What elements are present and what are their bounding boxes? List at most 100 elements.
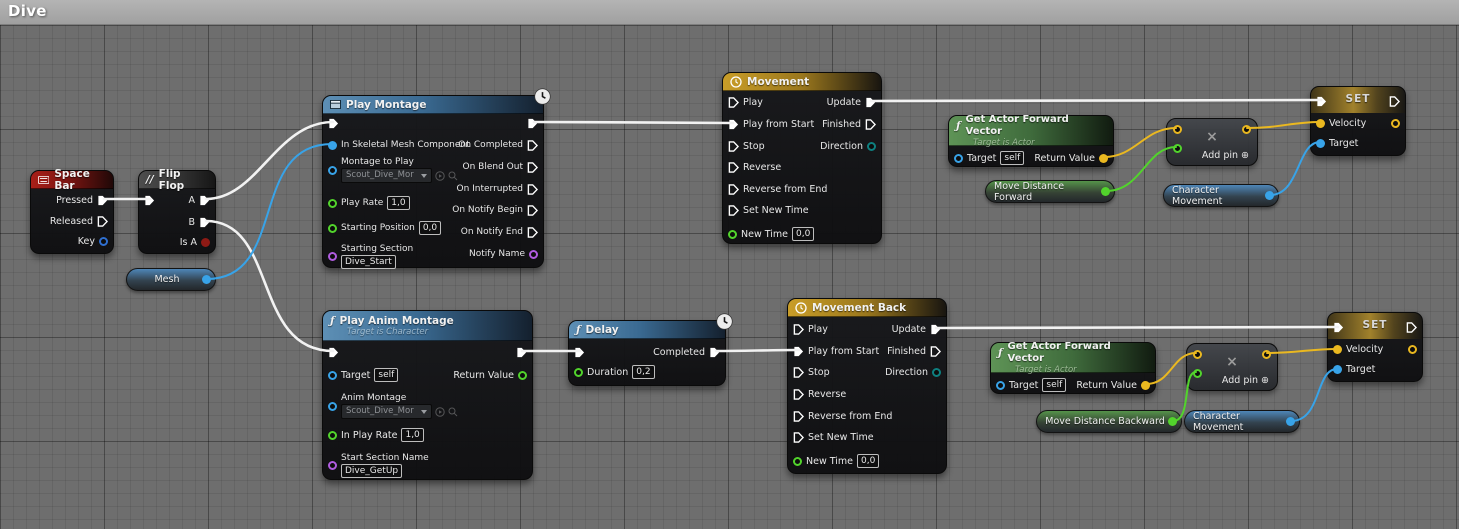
set-top-exec-out-pin[interactable] [1389, 96, 1400, 107]
asset-browse-icons[interactable] [435, 171, 458, 181]
pam-return-pin[interactable] [518, 371, 527, 380]
on-notify-end-exec-pin[interactable] [527, 227, 538, 238]
node-play-anim-montage[interactable]: ƒPlay Anim Montage Target is Character T… [322, 310, 533, 480]
gafv-bottom-target-pin[interactable] [996, 381, 1005, 390]
starting-position-pin[interactable] [328, 224, 337, 233]
node-multiply-bottom[interactable]: × Add pin⊕ [1186, 343, 1278, 391]
character-movement-pin[interactable] [1286, 417, 1295, 426]
released-exec-pin[interactable] [97, 216, 108, 227]
mb-stop-pin[interactable] [793, 367, 804, 378]
move-distance-backward-pin[interactable] [1168, 417, 1177, 426]
pam-target-value[interactable]: self [374, 368, 398, 382]
on-notify-begin-exec-pin[interactable] [527, 205, 538, 216]
pressed-exec-pin[interactable] [97, 195, 108, 206]
play-rate-pin[interactable] [328, 199, 337, 208]
movement-reverse-pin[interactable] [728, 162, 739, 173]
gafv-top-target-pin[interactable] [954, 154, 963, 163]
movement-update-pin[interactable] [865, 97, 876, 108]
set-bottom-velocity-in-pin[interactable] [1333, 345, 1342, 354]
node-play-montage[interactable]: Play Montage In Skeletal Mesh Component … [322, 95, 544, 268]
mb-play-from-start-pin[interactable] [793, 346, 804, 357]
on-completed-exec-pin[interactable] [527, 140, 538, 151]
movement-play-pin[interactable] [728, 97, 739, 108]
pam-exec-out-pin[interactable] [516, 347, 527, 358]
variable-move-distance-backward[interactable]: Move Distance Backward [1036, 410, 1182, 433]
mb-new-time-pin[interactable] [793, 457, 802, 466]
duration-pin[interactable] [574, 368, 583, 377]
set-bottom-target-pin[interactable] [1333, 365, 1342, 374]
character-movement-pin[interactable] [1265, 191, 1274, 200]
variable-mesh[interactable]: Mesh [126, 268, 216, 291]
montage-to-play-pin[interactable] [328, 166, 337, 175]
on-interrupted-exec-pin[interactable] [527, 184, 538, 195]
node-movement[interactable]: Movement Play Play from Start Stop Rever… [722, 72, 882, 244]
on-blend-out-exec-pin[interactable] [527, 162, 538, 173]
movement-direction-pin[interactable] [867, 142, 876, 151]
flipflop-exec-in-pin[interactable] [144, 195, 155, 206]
mb-direction-pin[interactable] [932, 368, 941, 377]
set-bottom-velocity-out-pin[interactable] [1408, 345, 1417, 354]
in-play-rate-value[interactable]: 1,0 [401, 428, 423, 442]
asset-browse-icons[interactable] [435, 407, 458, 417]
anim-montage-dropdown[interactable]: Scout_Dive_Mor [341, 404, 432, 419]
starting-section-value[interactable]: Dive_Start [341, 255, 396, 269]
key-pin[interactable] [99, 237, 108, 246]
target-value[interactable]: self [1000, 151, 1024, 165]
pam-target-pin[interactable] [328, 371, 337, 380]
in-play-rate-pin[interactable] [328, 431, 337, 440]
node-space-bar[interactable]: Space Bar Pressed Released Key [30, 170, 114, 254]
anim-montage-pin[interactable] [328, 402, 337, 411]
node-set-velocity-bottom[interactable]: SET Velocity Target [1327, 312, 1423, 382]
node-get-actor-forward-vector-top[interactable]: ƒGet Actor Forward Vector Target is Acto… [948, 115, 1114, 167]
mb-finished-pin[interactable] [930, 346, 941, 357]
node-movement-back[interactable]: Movement Back Play Play from Start Stop … [787, 298, 947, 474]
node-delay[interactable]: ƒ Delay Completed Duration0,2 [568, 320, 726, 386]
start-section-value[interactable]: Dive_GetUp [341, 464, 402, 478]
set-bottom-exec-out-pin[interactable] [1406, 322, 1417, 333]
node-flip-flop[interactable]: // Flip Flop A B Is A [138, 170, 216, 254]
in-skeletal-mesh-pin[interactable] [328, 141, 337, 150]
set-bottom-exec-in-pin[interactable] [1333, 322, 1344, 333]
playmontage-exec-out-pin[interactable] [527, 118, 538, 129]
gafv-top-return-pin[interactable] [1099, 154, 1108, 163]
start-section-name-pin[interactable] [328, 461, 337, 470]
mb-play-pin[interactable] [793, 324, 804, 335]
multiply-bottom-in2-pin[interactable] [1193, 369, 1202, 378]
new-time-value[interactable]: 0,0 [792, 227, 814, 241]
b-exec-pin[interactable] [199, 217, 210, 228]
node-get-actor-forward-vector-bottom[interactable]: ƒGet Actor Forward Vector Target is Acto… [990, 342, 1156, 394]
multiply-top-in2-pin[interactable] [1173, 144, 1182, 153]
movement-new-time-pin[interactable] [728, 230, 737, 239]
mb-new-time-value[interactable]: 0,0 [857, 454, 879, 468]
move-distance-forward-pin[interactable] [1101, 187, 1110, 196]
set-top-target-pin[interactable] [1316, 139, 1325, 148]
movement-play-from-start-pin[interactable] [728, 119, 739, 130]
play-rate-value[interactable]: 1,0 [387, 196, 409, 210]
set-top-velocity-out-pin[interactable] [1391, 119, 1400, 128]
playmontage-exec-in-pin[interactable] [328, 118, 339, 129]
add-pin-button[interactable]: Add pin⊕ [1222, 375, 1269, 386]
movement-finished-pin[interactable] [865, 119, 876, 130]
pam-exec-in-pin[interactable] [328, 347, 339, 358]
variable-character-movement-bottom[interactable]: Character Movement [1184, 410, 1300, 433]
mb-reverse-from-end-pin[interactable] [793, 411, 804, 422]
is-a-bool-pin[interactable] [201, 238, 210, 247]
mb-reverse-pin[interactable] [793, 389, 804, 400]
duration-value[interactable]: 0,2 [632, 365, 654, 379]
variable-character-movement-top[interactable]: Character Movement [1163, 184, 1279, 207]
node-multiply-top[interactable]: × Add pin⊕ [1166, 118, 1258, 166]
gafv-bottom-return-pin[interactable] [1141, 381, 1150, 390]
mb-update-pin[interactable] [930, 324, 941, 335]
a-exec-pin[interactable] [199, 195, 210, 206]
delay-completed-pin[interactable] [709, 347, 720, 358]
movement-set-new-time-pin[interactable] [728, 205, 739, 216]
mesh-output-pin[interactable] [202, 275, 211, 284]
starting-position-value[interactable]: 0,0 [419, 221, 441, 235]
node-set-velocity-top[interactable]: SET Velocity Target [1310, 86, 1406, 156]
starting-section-pin[interactable] [328, 252, 337, 261]
movement-reverse-from-end-pin[interactable] [728, 184, 739, 195]
notify-name-pin[interactable] [529, 250, 538, 259]
target-value[interactable]: self [1042, 378, 1066, 392]
set-top-velocity-in-pin[interactable] [1316, 119, 1325, 128]
mb-set-new-time-pin[interactable] [793, 432, 804, 443]
